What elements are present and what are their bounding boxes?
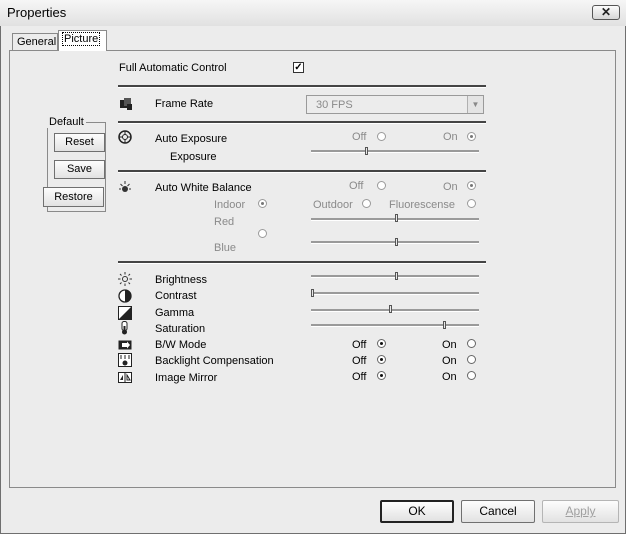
outdoor-label: Outdoor bbox=[313, 199, 353, 211]
ok-button[interactable]: OK bbox=[380, 500, 454, 523]
reset-button[interactable]: Reset bbox=[54, 133, 105, 152]
outdoor-radio[interactable] bbox=[362, 199, 371, 208]
brightness-label: Brightness bbox=[155, 274, 207, 286]
fluorescense-label: Fluorescense bbox=[389, 199, 456, 211]
custom-wb-radio[interactable] bbox=[258, 229, 267, 238]
brightness-slider-thumb[interactable] bbox=[395, 272, 398, 280]
tab-general[interactable]: General bbox=[12, 33, 58, 50]
blue-slider-thumb[interactable] bbox=[395, 238, 398, 246]
tab-picture[interactable]: Picture bbox=[58, 30, 107, 51]
awb-off-label: Off bbox=[349, 180, 364, 192]
bw-mode-icon bbox=[118, 338, 132, 352]
auto-exposure-off-label: Off bbox=[352, 131, 367, 143]
frame-rate-icon bbox=[119, 97, 133, 111]
white-balance-icon bbox=[118, 180, 132, 194]
save-button[interactable]: Save bbox=[54, 160, 105, 179]
auto-exposure-label: Auto Exposure bbox=[155, 133, 228, 145]
bw-mode-label: B/W Mode bbox=[155, 339, 207, 351]
saturation-slider[interactable] bbox=[311, 324, 479, 327]
gamma-label: Gamma bbox=[155, 307, 195, 319]
indoor-label: Indoor bbox=[214, 199, 246, 211]
close-icon: ✕ bbox=[600, 5, 612, 19]
auto-exposure-off-radio[interactable] bbox=[377, 132, 386, 141]
contrast-slider-thumb[interactable] bbox=[311, 289, 314, 297]
mirror-on-label: On bbox=[442, 371, 457, 383]
backlight-on-label: On bbox=[442, 355, 457, 367]
apply-button[interactable]: Apply bbox=[542, 500, 619, 523]
awb-on-radio[interactable] bbox=[467, 181, 476, 190]
frame-rate-select[interactable]: 30 FPS ▼ bbox=[306, 95, 484, 114]
red-label: Red bbox=[214, 216, 235, 228]
bw-off-label: Off bbox=[352, 339, 367, 351]
divider bbox=[118, 121, 486, 124]
backlight-label: Backlight Compensation bbox=[155, 355, 274, 367]
gamma-slider[interactable] bbox=[311, 309, 479, 312]
red-slider-thumb[interactable] bbox=[395, 214, 398, 222]
backlight-on-radio[interactable] bbox=[467, 355, 476, 364]
auto-exposure-on-label: On bbox=[443, 131, 458, 143]
mirror-on-radio[interactable] bbox=[467, 371, 476, 380]
awb-on-label: On bbox=[443, 181, 458, 193]
brightness-icon bbox=[118, 272, 132, 286]
contrast-icon bbox=[118, 289, 132, 303]
gamma-slider-thumb[interactable] bbox=[389, 305, 392, 313]
exposure-icon bbox=[118, 130, 132, 144]
saturation-label: Saturation bbox=[155, 323, 206, 335]
cancel-button[interactable]: Cancel bbox=[461, 500, 535, 523]
tab-general-label: General bbox=[17, 36, 57, 48]
close-button[interactable]: ✕ bbox=[592, 5, 620, 20]
default-group-legend: Default bbox=[47, 116, 86, 128]
awb-off-radio[interactable] bbox=[377, 181, 386, 190]
mirror-off-label: Off bbox=[352, 371, 367, 383]
exposure-label: Exposure bbox=[170, 151, 217, 163]
backlight-icon bbox=[118, 353, 132, 367]
contrast-slider[interactable] bbox=[311, 292, 479, 295]
tab-picture-label: Picture bbox=[61, 32, 101, 46]
restore-button[interactable]: Restore bbox=[43, 187, 104, 207]
chevron-down-icon: ▼ bbox=[467, 96, 483, 113]
full-auto-label: Full Automatic Control bbox=[119, 62, 227, 74]
title-bar: Properties ✕ bbox=[0, 0, 626, 26]
saturation-slider-thumb[interactable] bbox=[443, 321, 446, 329]
exposure-slider-thumb[interactable] bbox=[365, 147, 368, 155]
image-mirror-label: Image Mirror bbox=[155, 372, 218, 384]
mirror-off-radio[interactable] bbox=[377, 371, 386, 380]
frame-rate-label: Frame Rate bbox=[155, 98, 214, 110]
backlight-off-radio[interactable] bbox=[377, 355, 386, 364]
indoor-radio[interactable] bbox=[258, 199, 267, 208]
saturation-icon bbox=[118, 321, 132, 335]
gamma-icon bbox=[118, 306, 132, 320]
divider bbox=[118, 261, 486, 264]
exposure-slider[interactable] bbox=[311, 150, 479, 153]
window-title: Properties bbox=[7, 5, 67, 20]
divider bbox=[118, 85, 486, 88]
image-mirror-icon bbox=[118, 370, 132, 384]
bw-on-label: On bbox=[442, 339, 457, 351]
auto-exposure-on-radio[interactable] bbox=[467, 132, 476, 141]
blue-label: Blue bbox=[214, 242, 237, 254]
bw-off-radio[interactable] bbox=[377, 339, 386, 348]
picture-panel bbox=[9, 50, 616, 488]
divider bbox=[118, 170, 486, 173]
full-auto-checkbox[interactable]: ✓ bbox=[293, 62, 304, 73]
backlight-off-label: Off bbox=[352, 355, 367, 367]
apply-button-label: Apply bbox=[565, 504, 596, 518]
frame-rate-value: 30 FPS bbox=[316, 99, 353, 111]
awb-label: Auto White Balance bbox=[155, 182, 252, 194]
bw-on-radio[interactable] bbox=[467, 339, 476, 348]
fluorescense-radio[interactable] bbox=[467, 199, 476, 208]
contrast-label: Contrast bbox=[155, 290, 197, 302]
